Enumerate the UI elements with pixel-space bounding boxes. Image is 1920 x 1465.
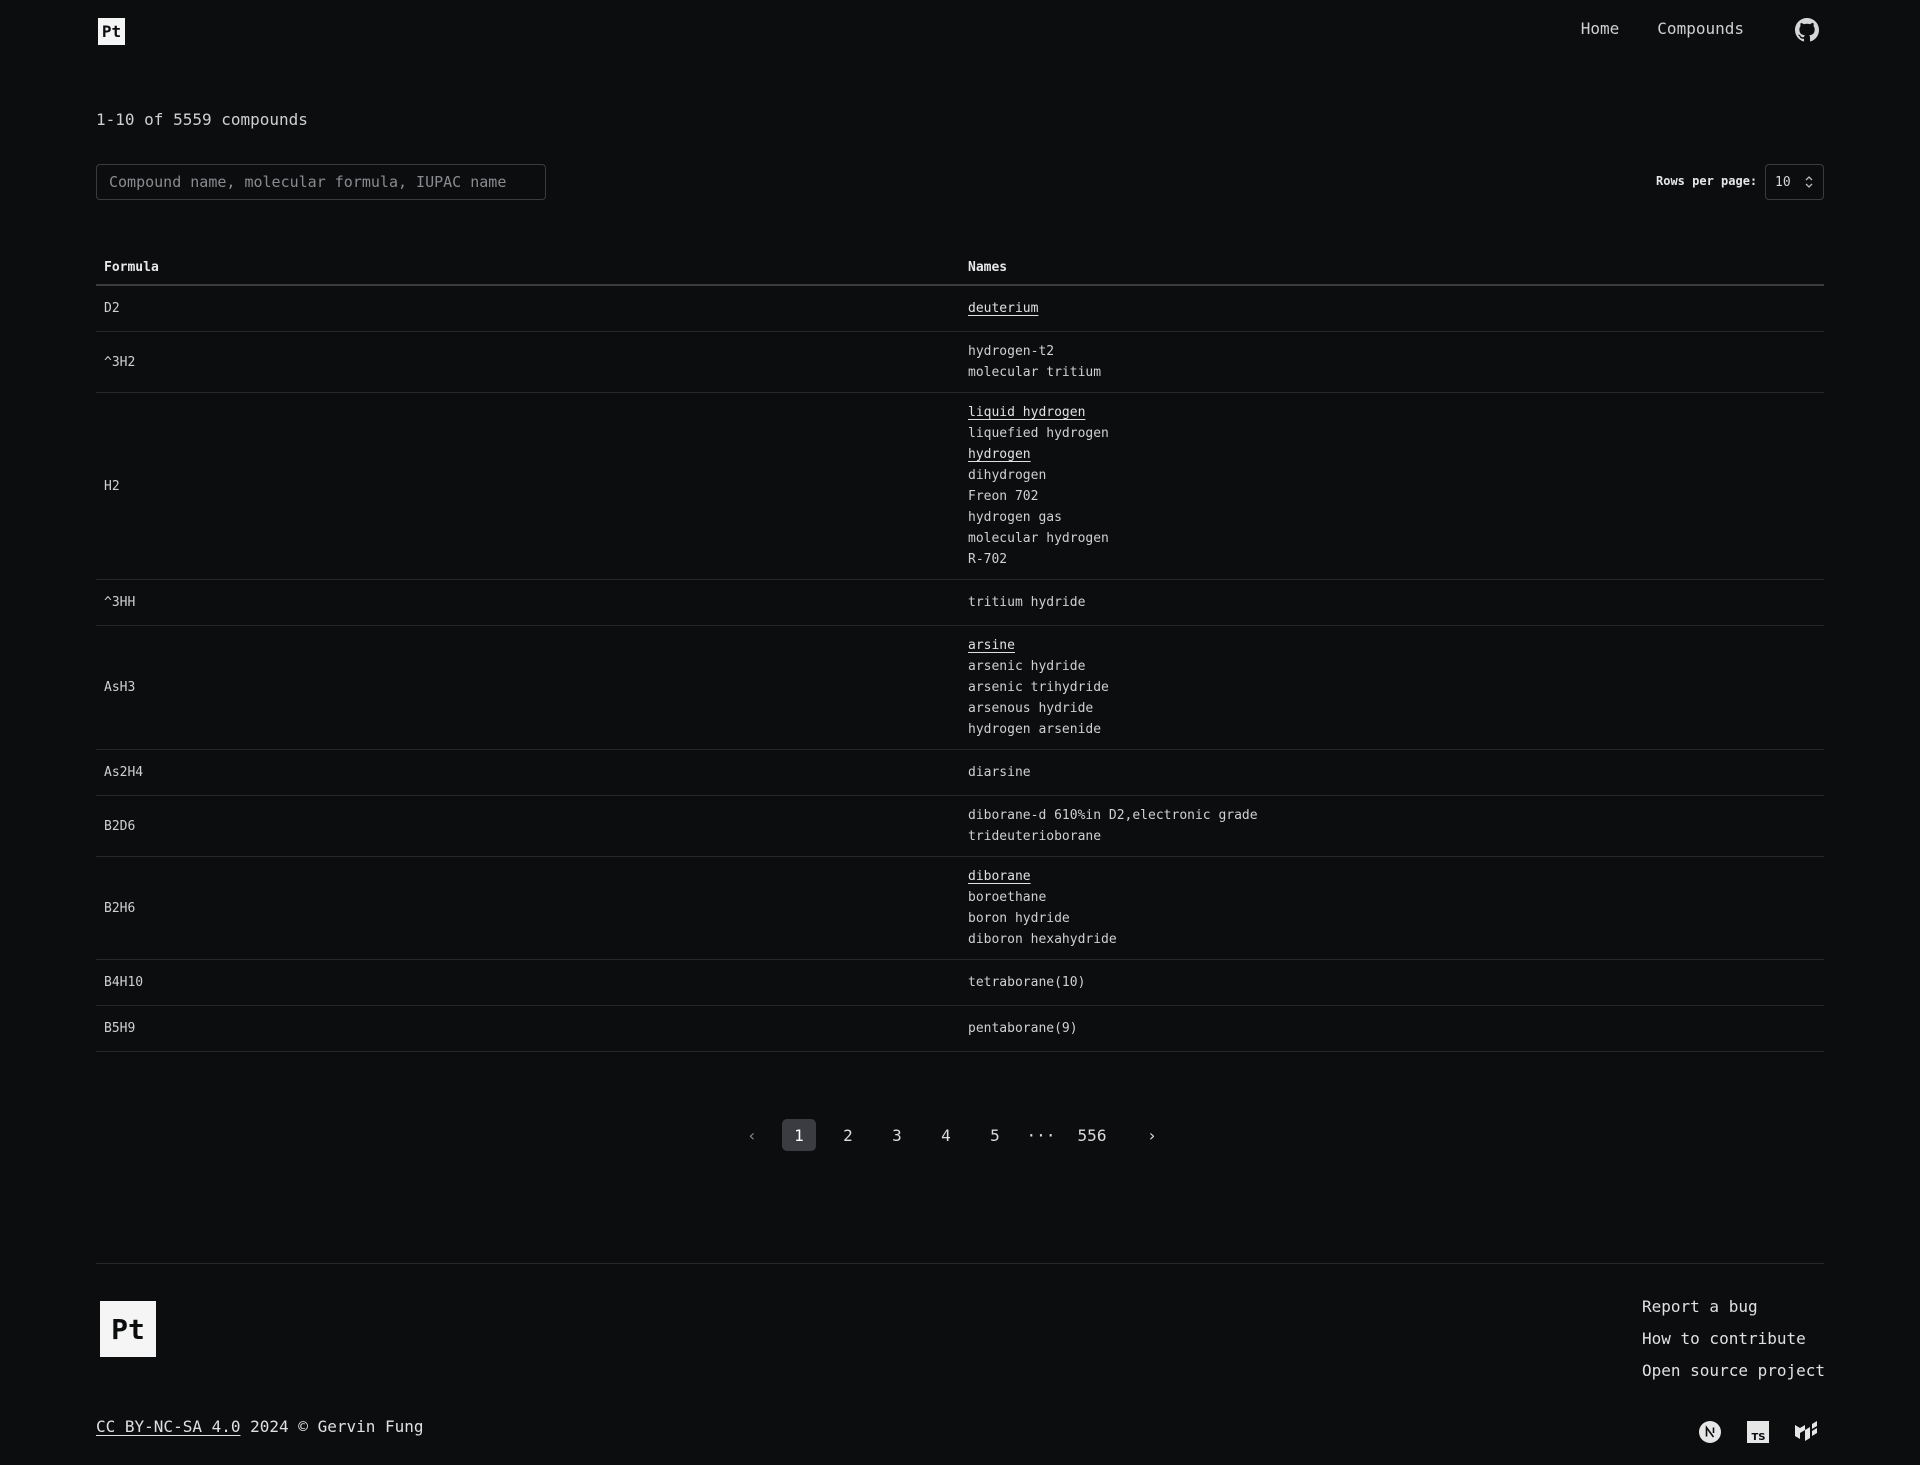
page-button-3[interactable]: 3 <box>880 1119 914 1151</box>
nav-compounds-link[interactable]: Compounds <box>1657 18 1744 40</box>
table-body: D2 deuterium ^3H2 hydrogen-t2 molecular trit… <box>96 285 1824 1052</box>
footer-divider <box>96 1263 1824 1264</box>
page-button-last[interactable]: 556 <box>1067 1119 1117 1151</box>
mui-icon[interactable] <box>1794 1420 1818 1444</box>
chevron-up-down-icon <box>1804 174 1814 190</box>
compound-name: diarsine <box>968 765 1031 780</box>
compound-name: trideuterioborane <box>968 829 1102 844</box>
formula-cell: ^3H2 <box>96 331 960 393</box>
page-button-1[interactable]: 1 <box>782 1119 816 1151</box>
formula-cell: ^3HH <box>96 579 960 626</box>
table-row[interactable]: ^3H2 hydrogen-t2 molecular tritium <box>96 331 1824 393</box>
pagination: ‹ 1 2 3 4 5 ··· 556 › <box>740 1119 1179 1151</box>
report-bug-link[interactable]: Report a bug <box>1642 1296 1825 1318</box>
table-row[interactable]: AsH3 arsine arsenic hydride arsenic trihydr… <box>96 625 1824 750</box>
compound-name: hydrogen-t2 <box>968 344 1055 359</box>
compound-name: diborane-d 610%in D2,electronic grade <box>968 808 1258 823</box>
logo[interactable]: Pt <box>98 18 125 45</box>
compound-name: molecular hydrogen <box>968 531 1109 546</box>
compound-name: tritium hydride <box>968 595 1086 610</box>
pagination-ellipsis: ··· <box>1026 1125 1056 1145</box>
how-to-contribute-link[interactable]: How to contribute <box>1642 1328 1825 1350</box>
names-cell: diarsine <box>960 749 1824 796</box>
page-button-4[interactable]: 4 <box>929 1119 963 1151</box>
compound-name-link[interactable]: hydrogen <box>968 444 1816 465</box>
table-row[interactable]: B4H10 tetraborane(10) <box>96 959 1824 1006</box>
copyright-text: 2024 © Gervin Fung <box>240 1417 424 1436</box>
compound-name: dihydrogen <box>968 468 1047 483</box>
next-page-button[interactable]: › <box>1140 1119 1164 1151</box>
compound-name-link[interactable]: diborane <box>968 866 1816 887</box>
rows-per-page-value: 10 <box>1775 174 1791 190</box>
names-cell: arsine arsenic hydride arsenic trihydride a… <box>960 625 1824 750</box>
compound-name-link[interactable]: liquid hydrogen <box>968 402 1816 423</box>
formula-cell: D2 <box>96 285 960 332</box>
compound-name: boroethane <box>968 890 1047 905</box>
table-row[interactable]: B2D6 diborane-d 610%in D2,electronic grad… <box>96 795 1824 857</box>
table-row[interactable]: ^3HH tritium hydride <box>96 579 1824 626</box>
rows-per-page-select[interactable]: 10 <box>1765 164 1824 200</box>
names-cell: hydrogen-t2 molecular tritium <box>960 331 1824 393</box>
compound-name: liquefied hydrogen <box>968 426 1109 441</box>
tech-icons: TS <box>1698 1420 1818 1444</box>
footer-links: Report a bug How to contribute Open sour… <box>1642 1296 1825 1382</box>
compound-name: R-702 <box>968 552 1008 567</box>
compound-name: arsenic hydride <box>968 659 1086 674</box>
names-cell: tetraborane(10) <box>960 959 1824 1006</box>
formula-cell: B2D6 <box>96 795 960 857</box>
compound-name: pentaborane(9) <box>968 1021 1078 1036</box>
main-nav: Home Compounds <box>1581 18 1744 40</box>
table-row[interactable]: As2H4 diarsine <box>96 749 1824 796</box>
compound-name: hydrogen gas <box>968 510 1062 525</box>
formula-cell: B2H6 <box>96 856 960 960</box>
table-header-row: Formula Names <box>96 250 1824 286</box>
table-row[interactable]: B5H9 pentaborane(9) <box>96 1005 1824 1052</box>
compound-name: arsenic trihydride <box>968 680 1109 695</box>
table-row[interactable]: D2 deuterium <box>96 285 1824 332</box>
copyright: CC BY-NC-SA 4.0 2024 © Gervin Fung <box>96 1417 424 1436</box>
compound-name: molecular tritium <box>968 365 1102 380</box>
typescript-icon[interactable]: TS <box>1746 1420 1770 1444</box>
names-cell: tritium hydride <box>960 579 1824 626</box>
nextjs-icon[interactable] <box>1698 1420 1722 1444</box>
license-link[interactable]: CC BY-NC-SA 4.0 <box>96 1417 241 1436</box>
results-count: 1-10 of 5559 compounds <box>96 110 308 129</box>
formula-cell: B5H9 <box>96 1005 960 1052</box>
compound-name: Freon 702 <box>968 489 1039 504</box>
formula-cell: B4H10 <box>96 959 960 1006</box>
page-button-2[interactable]: 2 <box>831 1119 865 1151</box>
nav-home-link[interactable]: Home <box>1581 18 1620 40</box>
column-header-names[interactable]: Names <box>960 250 1824 286</box>
compound-name: hydrogen arsenide <box>968 722 1102 737</box>
rows-per-page-label: Rows per page: <box>1656 174 1758 188</box>
table-row[interactable]: B2H6 diborane boroethane boron hydride dibor… <box>96 856 1824 960</box>
table-row[interactable]: H2 liquid hydrogen liquefied hydrogen hydro… <box>96 392 1824 580</box>
github-icon[interactable] <box>1795 18 1819 42</box>
names-cell: pentaborane(9) <box>960 1005 1824 1052</box>
formula-cell: AsH3 <box>96 625 960 750</box>
search-input[interactable] <box>96 164 546 200</box>
names-cell: deuterium <box>960 285 1824 332</box>
previous-page-button[interactable]: ‹ <box>740 1119 764 1151</box>
compound-name: boron hydride <box>968 911 1070 926</box>
compound-name: arsenous hydride <box>968 701 1094 716</box>
names-cell: diborane-d 610%in D2,electronic grade tri… <box>960 795 1824 857</box>
svg-text:TS: TS <box>1751 1432 1765 1443</box>
formula-cell: H2 <box>96 392 960 580</box>
formula-cell: As2H4 <box>96 749 960 796</box>
column-header-formula[interactable]: Formula <box>96 250 960 286</box>
compound-name: tetraborane(10) <box>968 975 1086 990</box>
header: Pt Home Compounds <box>0 0 1920 60</box>
compounds-table: Formula Names D2 deuterium ^3H2 hydrogen-t2… <box>96 250 1824 1052</box>
open-source-project-link[interactable]: Open source project <box>1642 1360 1825 1382</box>
compound-name: diboron hexahydride <box>968 932 1117 947</box>
names-cell: liquid hydrogen liquefied hydrogen hydroge… <box>960 392 1824 580</box>
names-cell: diborane boroethane boron hydride diboron h… <box>960 856 1824 960</box>
footer-logo[interactable]: Pt <box>100 1301 156 1357</box>
page-button-5[interactable]: 5 <box>978 1119 1012 1151</box>
compound-name-link[interactable]: arsine <box>968 635 1816 656</box>
compound-name-link[interactable]: deuterium <box>968 298 1816 319</box>
